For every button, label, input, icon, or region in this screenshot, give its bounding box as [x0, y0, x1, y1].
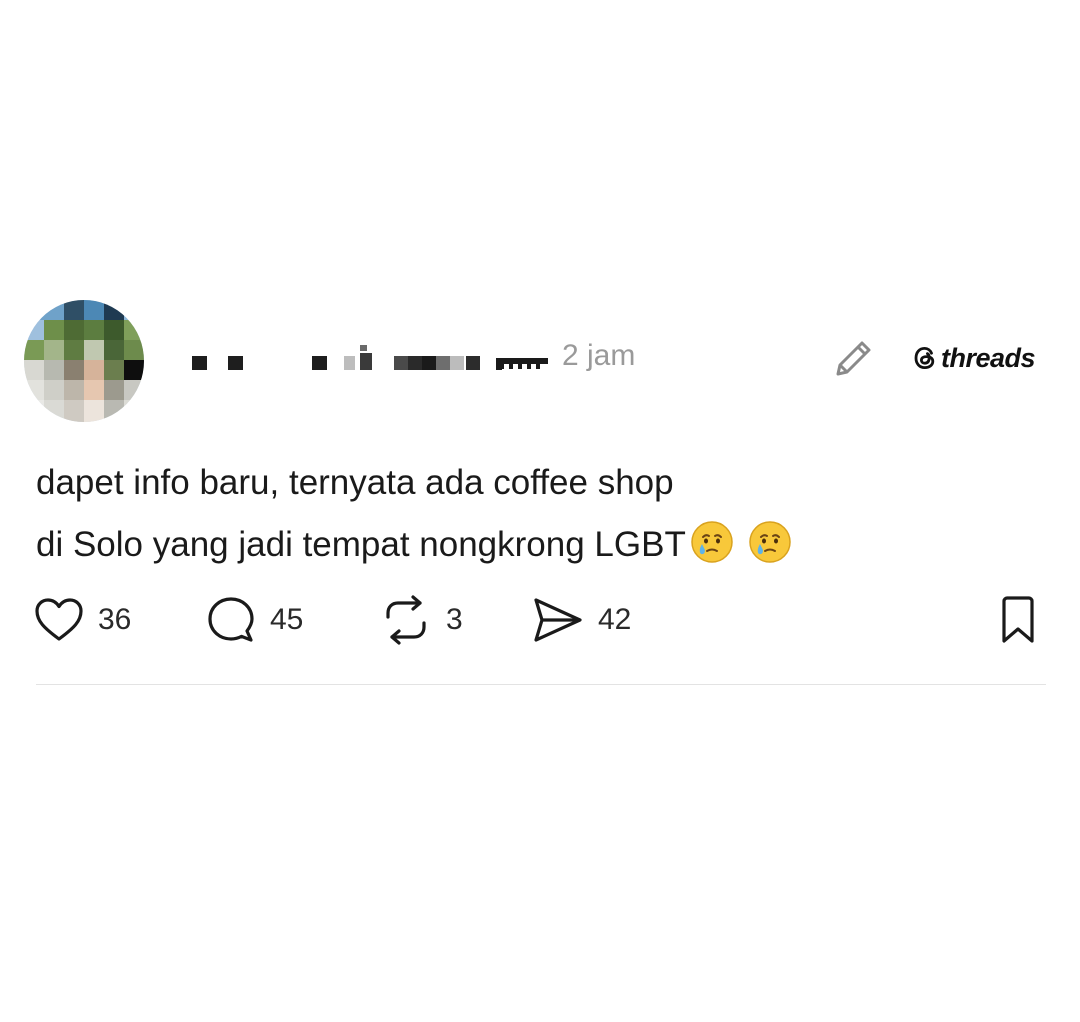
repost-button[interactable]: 3 — [380, 594, 463, 646]
threads-brand: threads — [912, 340, 1036, 376]
bookmark-icon — [1002, 596, 1034, 643]
bookmark-button[interactable] — [996, 594, 1040, 646]
post-divider — [36, 684, 1046, 685]
pencil-icon[interactable] — [830, 334, 878, 382]
post-text-line-1: dapet info baru, ternyata ada coffee sho… — [36, 463, 674, 502]
post-text-line-2-wrapper: di Solo yang jadi tempat nongkrong LGBT — [36, 514, 1036, 576]
threads-logo-icon — [914, 346, 935, 370]
avatar[interactable] — [24, 300, 144, 422]
crying-face-emoji — [691, 521, 733, 563]
like-count: 36 — [98, 603, 132, 636]
post-actions: 36 45 3 42 — [34, 594, 1044, 646]
threads-post: 2 jam threads dapet info baru, ternyata … — [0, 0, 1080, 1022]
crying-face-emoji — [749, 521, 791, 563]
send-icon — [534, 598, 582, 642]
post-text-line-2: di Solo yang jadi tempat nongkrong LGBT — [36, 525, 686, 564]
reply-button[interactable]: 45 — [206, 594, 303, 646]
censored-username-blocks — [192, 345, 548, 370]
avatar-image — [24, 300, 144, 422]
share-count: 42 — [598, 603, 632, 636]
heart-icon — [35, 598, 83, 641]
like-button[interactable]: 36 — [34, 594, 131, 646]
repost-icon — [386, 595, 426, 645]
post-timestamp: 2 jam — [562, 339, 636, 372]
post-body: dapet info baru, ternyata ada coffee sho… — [36, 452, 1036, 576]
reply-count: 45 — [270, 603, 304, 636]
comment-icon — [208, 597, 254, 642]
threads-wordmark: threads — [941, 342, 1036, 373]
username-censored[interactable] — [176, 340, 556, 374]
repost-count: 3 — [446, 603, 463, 636]
share-button[interactable]: 42 — [532, 594, 631, 646]
